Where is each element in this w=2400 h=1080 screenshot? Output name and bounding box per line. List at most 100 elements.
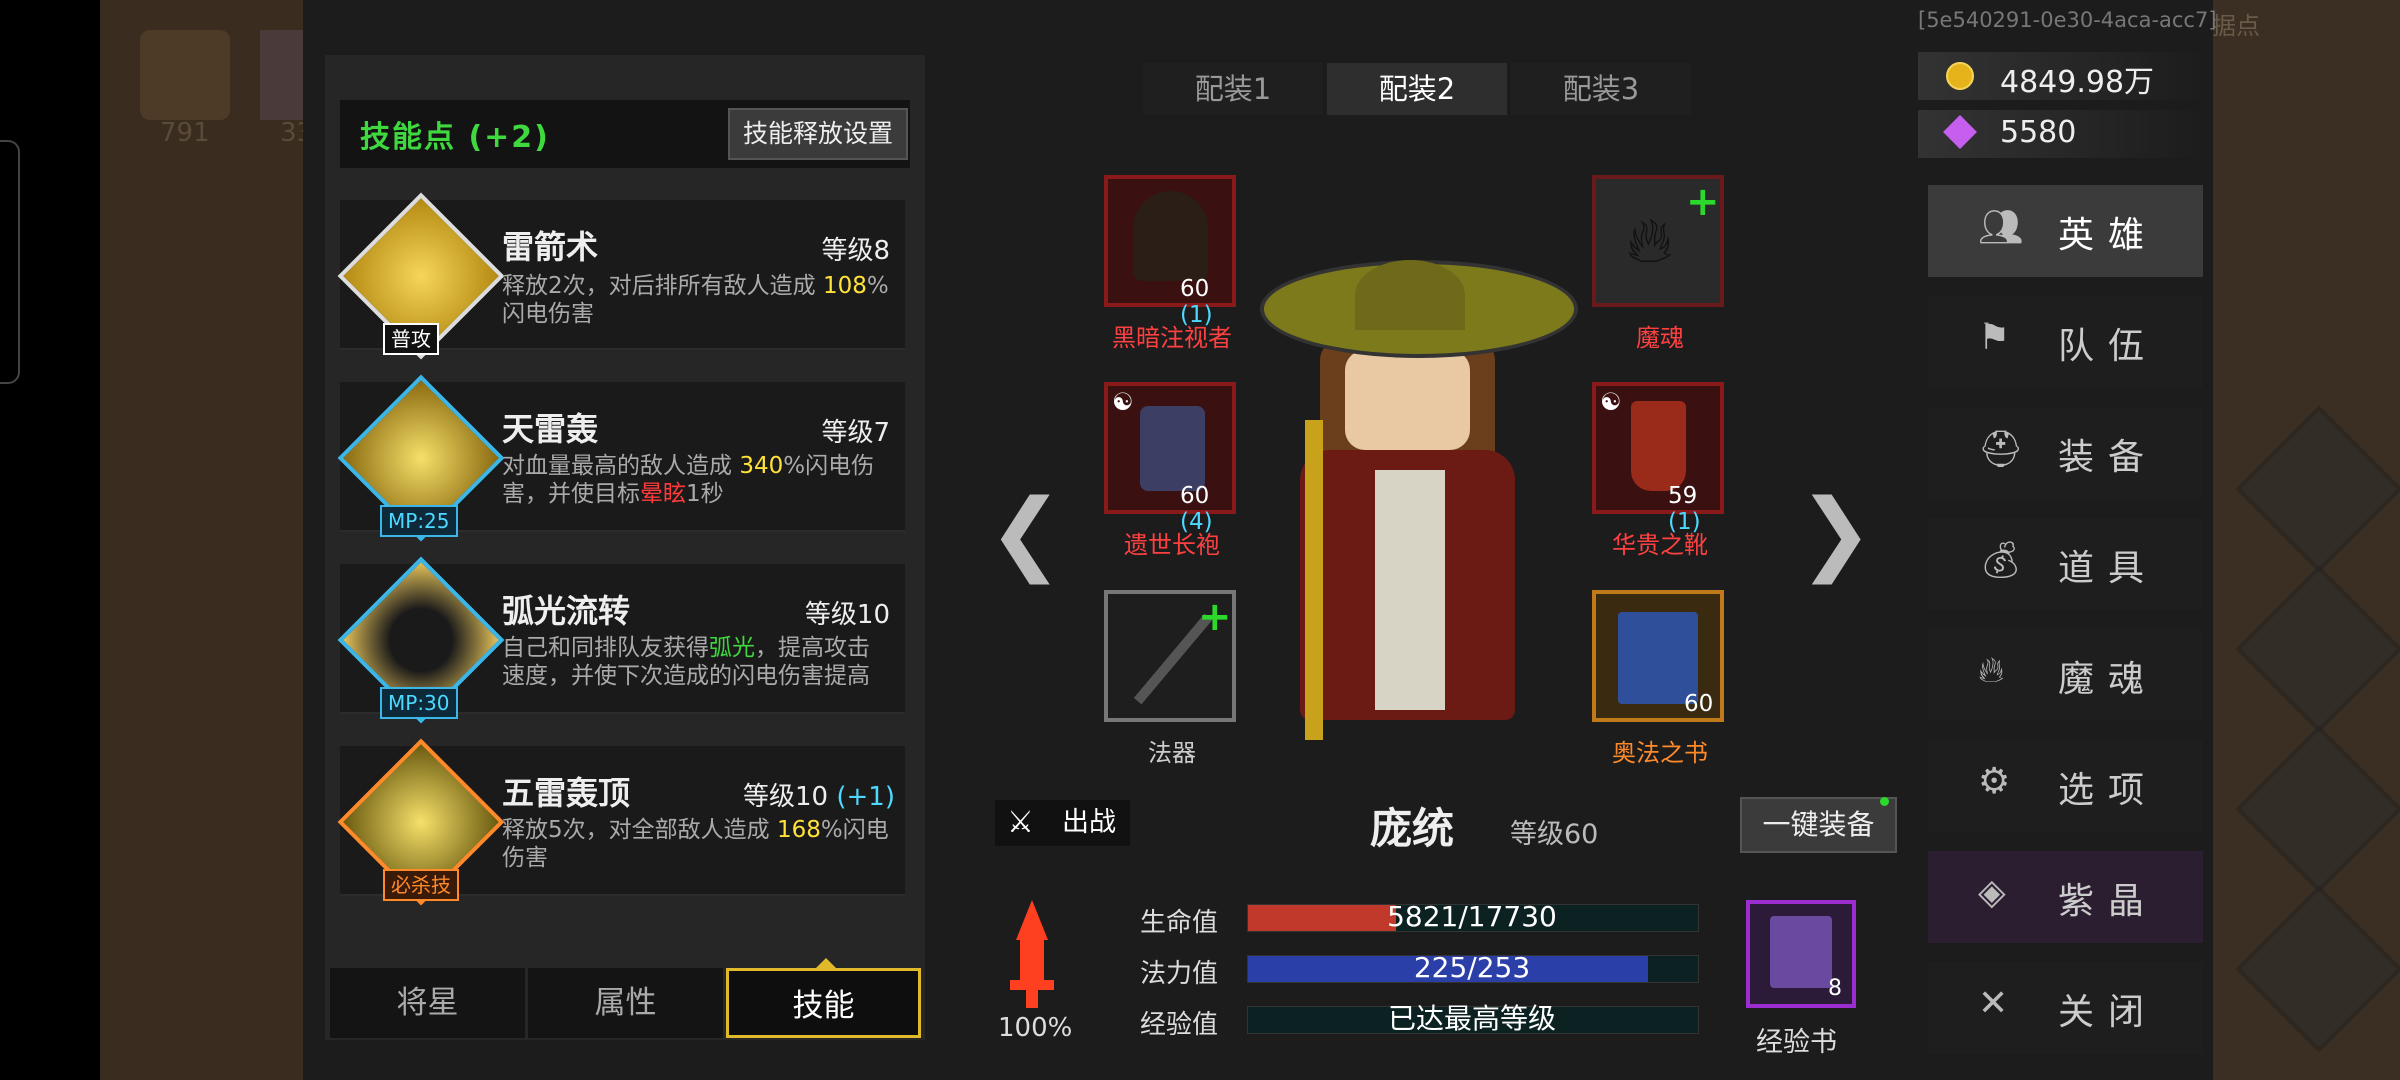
skill-release-settings-button[interactable]: 技能释放设置 <box>728 108 908 160</box>
power-percent: 100% <box>998 1013 1073 1043</box>
side-handle[interactable] <box>0 140 20 384</box>
flag-icon: ⚑ <box>1978 317 2011 358</box>
skill-description: 自己和同排队友获得弧光，提高攻击速度，并使下次造成的闪电伤害提高 <box>502 635 870 689</box>
equip-level: 60 <box>1684 691 1714 717</box>
menu-label: 道具 <box>2058 548 2159 589</box>
equip-slot-helmet[interactable]: 60 (1) <box>1104 175 1236 328</box>
mp-value: 225/253 <box>1413 951 1531 984</box>
add-icon: + <box>1198 594 1232 640</box>
xp-label: 经验值 <box>1140 1010 1219 1040</box>
purple-gem-icon <box>1943 115 1977 149</box>
bg-diamond-button-1 <box>2235 405 2400 573</box>
equip-name: 魔魂 <box>1636 324 1684 352</box>
gem-counter: 5580 <box>1918 110 2208 158</box>
book-icon <box>1770 916 1832 988</box>
tab-loadout-3[interactable]: 配装3 <box>1511 63 1691 115</box>
next-hero-arrow[interactable]: ❯ <box>1798 480 1873 585</box>
skill-name: 雷箭术 <box>502 228 599 266</box>
bg-item-icon <box>140 30 230 120</box>
close-icon: ✕ <box>1978 983 2009 1024</box>
prev-hero-arrow[interactable]: ❮ <box>988 480 1063 585</box>
skill-level: 等级7 <box>821 418 890 448</box>
skill-description: 对血量最高的敌人造成 340%闪电伤害，并使目标晕眩1秒 <box>502 453 875 507</box>
background-right-strip: 据点 <box>2205 0 2400 1080</box>
equip-name: 法器 <box>1148 739 1196 767</box>
equip-slot-boots[interactable]: ☯ 59 (1) <box>1592 382 1724 535</box>
skill-points-title: 技能点 (+2) <box>360 120 550 155</box>
sword-tip-icon <box>1016 900 1048 940</box>
tab-loadout-2[interactable]: 配装2 <box>1327 63 1507 115</box>
xp-book-label: 经验书 <box>1756 1027 1837 1058</box>
menu-label: 紫晶 <box>2058 881 2159 922</box>
equip-name: 华贵之靴 <box>1612 531 1708 559</box>
tab-general-star[interactable]: 将星 <box>330 968 525 1038</box>
skill-tag: MP:30 <box>380 687 458 719</box>
hp-label: 生命值 <box>1140 908 1219 938</box>
gold-counter: 4849.98万 <box>1918 52 2208 100</box>
menu-label: 队伍 <box>2058 326 2159 367</box>
deploy-label: 出战 <box>1062 807 1116 838</box>
flame-icon: 🔥︎ <box>1978 650 2005 691</box>
equip-slot-soul[interactable]: 🔥︎ + <box>1592 175 1724 307</box>
gem-amount: 5580 <box>2000 115 2077 150</box>
equip-slot-weapon[interactable]: + <box>1104 590 1236 722</box>
background-left-strip: 791 33 <box>100 0 313 1080</box>
xp-book-button[interactable]: 8 <box>1746 900 1856 1008</box>
gear-icon: ⚙ <box>1978 761 2011 802</box>
tab-skills[interactable]: 技能 <box>726 968 921 1038</box>
skill-level: 等级8 <box>821 236 890 266</box>
hero-hat-top <box>1355 260 1465 330</box>
bg-diamond-button-2 <box>2235 565 2400 733</box>
bg-item-icon-2 <box>260 30 305 120</box>
hero-staff <box>1305 420 1323 740</box>
tab-loadout-1[interactable]: 配装1 <box>1143 63 1323 115</box>
equip-name: 遗世长袍 <box>1124 531 1220 559</box>
bag-icon: 💰︎ <box>1978 540 2024 581</box>
yin-yang-icon: ☯ <box>1112 388 1134 416</box>
hero-robe-inner <box>1375 470 1445 710</box>
menu-label: 关闭 <box>2058 992 2159 1033</box>
add-icon: + <box>1686 179 1720 225</box>
boots-icon <box>1631 401 1686 491</box>
power-sword-icon <box>1020 940 1044 980</box>
gold-coin-icon <box>1946 62 1974 90</box>
bg-diamond-button-4 <box>2235 885 2400 1053</box>
session-id: [5e540291-0e30-4aca-acc7] <box>1918 8 2217 32</box>
yin-yang-icon: ☯ <box>1600 388 1622 416</box>
hero-face <box>1345 350 1470 450</box>
helmet-icon: ⛑︎ <box>1978 429 2024 470</box>
skill-level: 等级10 (+1) <box>743 782 895 812</box>
gold-amount: 4849.98万 <box>2000 65 2155 100</box>
flame-icon: 🔥︎ <box>1626 204 1673 278</box>
xp-value: 已达最高等级 <box>1387 1002 1556 1035</box>
skill-description: 释放5次，对全部敌人造成 168%闪电伤害 <box>502 817 889 871</box>
skill-tag: 普攻 <box>383 323 439 355</box>
menu-label: 装备 <box>2058 437 2159 478</box>
deploy-button[interactable]: ⚔ 出战 <box>995 800 1130 846</box>
equip-name: 黑暗注视者 <box>1112 324 1232 352</box>
skill-tag: MP:25 <box>380 505 458 537</box>
skill-name: 弧光流转 <box>502 592 631 630</box>
skill-name: 天雷轰 <box>502 410 599 448</box>
tab-attributes[interactable]: 属性 <box>528 968 723 1038</box>
bg-stronghold-label: 据点 <box>2212 12 2260 40</box>
skill-tag: 必杀技 <box>383 869 459 901</box>
robe-icon <box>1140 406 1205 491</box>
hero-level: 等级60 <box>1510 819 1599 850</box>
menu-label: 选项 <box>2058 770 2159 811</box>
crystal-icon: ◈ <box>1978 872 2006 913</box>
hero-name: 庞统 <box>1370 804 1455 853</box>
skill-name: 五雷轰顶 <box>502 774 631 812</box>
xp-book-count: 8 <box>1828 976 1842 1001</box>
equip-name: 奥法之书 <box>1612 739 1708 767</box>
crossed-swords-icon: ⚔ <box>1007 805 1034 840</box>
mp-label: 法力值 <box>1140 959 1219 989</box>
notification-dot <box>1880 797 1889 806</box>
tab-selected-indicator <box>816 958 836 968</box>
hood-icon <box>1133 191 1208 281</box>
hero-icon: 👥︎ <box>1978 207 2024 248</box>
equip-all-button[interactable]: 一键装备 <box>1740 797 1897 853</box>
sword-hilt-icon <box>1026 990 1038 1008</box>
equip-slot-armor[interactable]: ☯ 60 (4) <box>1104 382 1236 535</box>
equip-slot-book[interactable]: 60 <box>1592 590 1724 722</box>
